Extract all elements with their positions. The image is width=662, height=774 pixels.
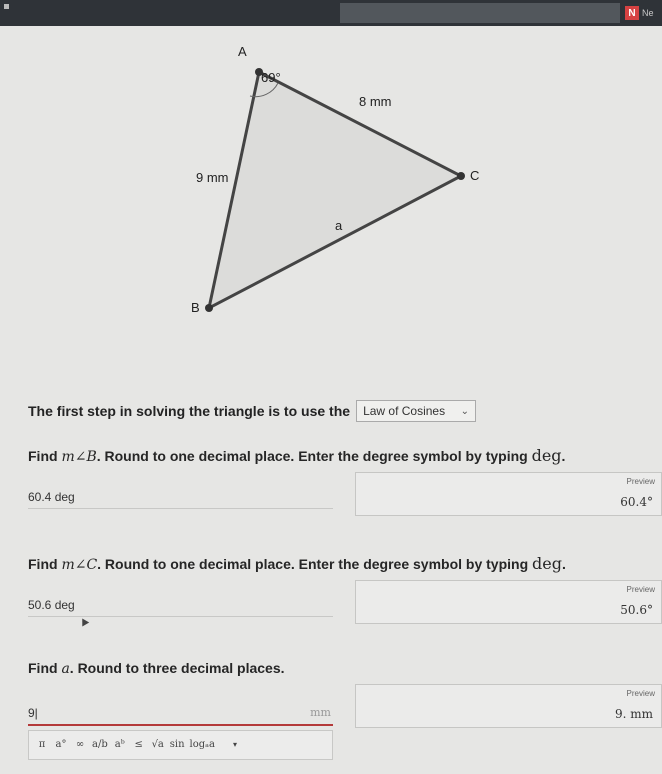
method-select[interactable]: Law of Cosines ⌄ xyxy=(356,400,477,422)
question-math: m∠B xyxy=(61,449,97,465)
question-text: . xyxy=(561,448,566,464)
vertex-c-label: C xyxy=(470,168,479,183)
question-text: . xyxy=(561,556,566,572)
answer-field-angle-c[interactable]: 50.6 deg xyxy=(28,594,333,617)
degree-button[interactable]: a° xyxy=(54,736,68,755)
side-ac-label: 8 mm xyxy=(359,94,392,109)
method-select-value: Law of Cosines xyxy=(363,404,446,418)
log-button[interactable]: logₐa xyxy=(190,736,215,755)
vertex-b-dot xyxy=(205,304,213,312)
vertex-a-label: A xyxy=(238,44,247,59)
preview-box-side-a: Preview 9. mm xyxy=(355,684,662,728)
vertex-c-dot xyxy=(457,172,465,180)
pi-button[interactable]: π xyxy=(35,736,49,755)
preview-value: 60.4° xyxy=(620,495,653,509)
answer-field-angle-b[interactable]: 60.4 deg xyxy=(28,486,333,509)
answer-value: 60.4 deg xyxy=(28,490,75,504)
triangle-figure: A 69° 8 mm C 9 mm a B xyxy=(191,44,479,315)
infinity-button[interactable]: ∞ xyxy=(73,736,87,755)
side-bc-label: a xyxy=(335,218,343,233)
answer-field-side-a[interactable]: 9| mm xyxy=(28,702,333,726)
sqrt-button[interactable]: √a xyxy=(151,736,165,755)
question-text: . Round to one decimal place. Enter the … xyxy=(97,556,533,572)
browser-top-bar: N Ne xyxy=(0,0,662,26)
question-text: . Round to three decimal places. xyxy=(69,660,285,676)
degree-keyword: deg xyxy=(531,446,562,465)
mouse-cursor-icon xyxy=(78,616,90,627)
question-text: . Round to one decimal place. Enter the … xyxy=(96,448,532,464)
question-text: Find xyxy=(28,660,62,676)
corner-mark xyxy=(4,4,9,9)
next-label: Ne xyxy=(642,8,654,18)
chevron-down-icon: ⌄ xyxy=(460,405,470,417)
step-prefix: The first step in solving the triangle i… xyxy=(28,403,351,419)
triangle-shape xyxy=(206,69,465,311)
preview-value: 9. mm xyxy=(614,707,653,721)
answer-value: 50.6 deg xyxy=(28,598,75,612)
unit-hint: mm xyxy=(310,706,331,719)
sin-button[interactable]: sin xyxy=(170,736,185,755)
chevron-down-icon[interactable]: ▾ xyxy=(228,736,242,755)
preview-label: Preview xyxy=(626,585,655,594)
preview-box-angle-b: Preview 60.4° xyxy=(355,472,662,516)
fraction-button[interactable]: a/b xyxy=(92,736,108,755)
preview-label: Preview xyxy=(626,689,655,698)
answer-value: 9| xyxy=(28,706,38,720)
browser-tab-strip[interactable] xyxy=(340,3,620,23)
question-angle-c: Find m∠C. Round to one decimal place. En… xyxy=(28,554,566,573)
question-math: m∠C xyxy=(61,557,98,573)
question-text: Find xyxy=(28,556,62,572)
preview-label: Preview xyxy=(626,477,655,486)
step-row: The first step in solving the triangle i… xyxy=(28,400,477,422)
preview-value: 50.6° xyxy=(620,603,653,617)
next-button[interactable]: N Ne xyxy=(625,5,654,21)
side-ab-label: 9 mm xyxy=(196,170,229,185)
question-side-a: Find a. Round to three decimal places. xyxy=(28,660,285,677)
next-icon: N xyxy=(625,6,639,20)
angle-a-label: 69° xyxy=(261,70,281,85)
preview-box-angle-c: Preview 50.6° xyxy=(355,580,662,624)
question-math: a xyxy=(61,661,70,677)
degree-keyword: deg xyxy=(532,554,562,573)
less-equal-button[interactable]: ≤ xyxy=(132,736,146,755)
math-toolbar: π a° ∞ a/b aᵇ ≤ √a sin logₐa ▾ xyxy=(28,730,333,760)
question-angle-b: Find m∠B. Round to one decimal place. En… xyxy=(28,446,565,465)
vertex-b-label: B xyxy=(191,300,200,315)
exponent-button[interactable]: aᵇ xyxy=(113,736,127,755)
question-text: Find xyxy=(28,448,62,464)
